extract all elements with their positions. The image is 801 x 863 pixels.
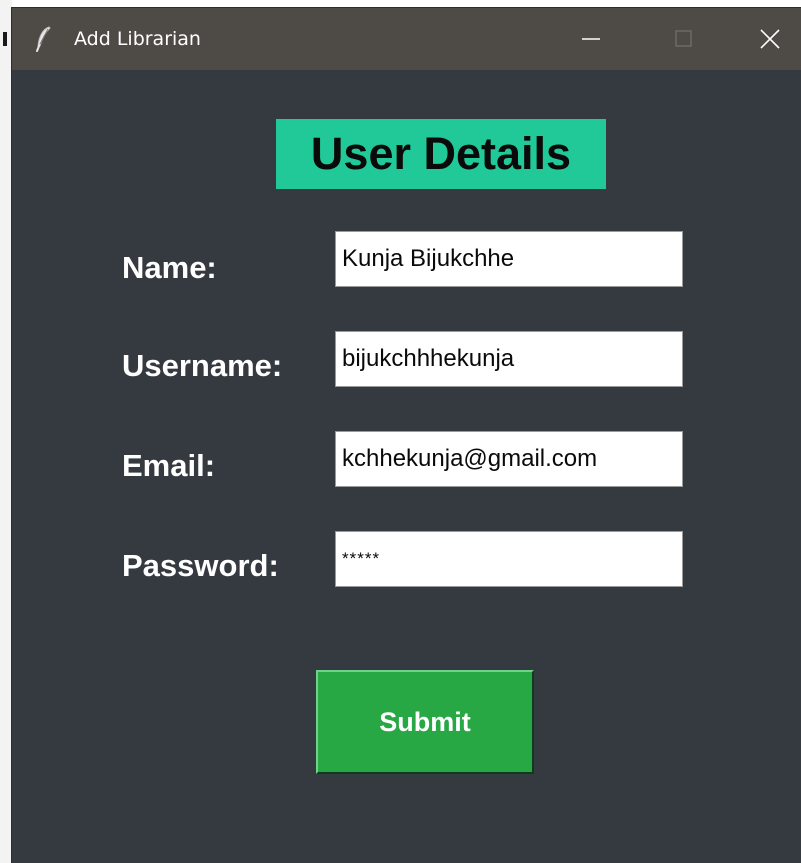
- window-title: Add Librarian: [74, 28, 201, 50]
- username-label: Username:: [122, 348, 283, 383]
- email-label: Email:: [122, 448, 216, 483]
- password-input[interactable]: [335, 531, 683, 587]
- name-input[interactable]: [335, 231, 683, 287]
- maximize-button[interactable]: [651, 8, 713, 70]
- background-window-edge: [0, 0, 12, 863]
- close-button[interactable]: [739, 8, 801, 70]
- screen: Add Librarian User Details Name: U: [0, 0, 801, 863]
- feather-icon: [34, 26, 54, 52]
- close-icon: [760, 29, 780, 49]
- minimize-icon: [582, 38, 600, 40]
- email-input[interactable]: [335, 431, 683, 487]
- name-label: Name:: [122, 250, 217, 285]
- username-input[interactable]: [335, 331, 683, 387]
- submit-button[interactable]: Submit: [316, 670, 534, 774]
- maximize-icon: [675, 30, 692, 47]
- title-bar[interactable]: Add Librarian: [12, 8, 801, 70]
- add-librarian-window: Add Librarian User Details Name: U: [12, 8, 801, 863]
- minimize-button[interactable]: [561, 8, 623, 70]
- password-label: Password:: [122, 548, 279, 583]
- background-window-mark: [3, 32, 7, 46]
- form-heading: User Details: [276, 119, 606, 189]
